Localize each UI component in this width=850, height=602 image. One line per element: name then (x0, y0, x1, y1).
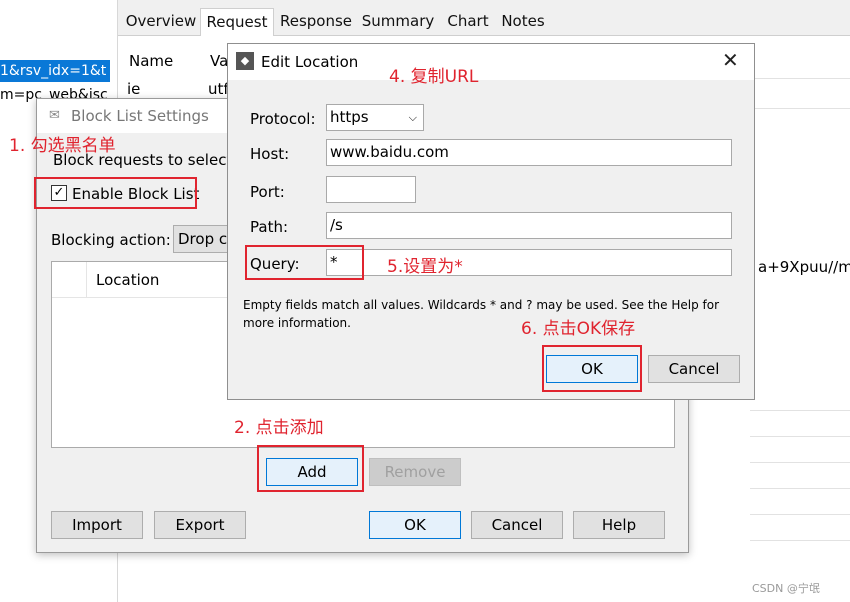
annotation-box-enable (34, 177, 197, 209)
tab-request[interactable]: Request (200, 8, 274, 36)
grid-col-name: Name (129, 52, 174, 70)
app-icon: ◆ (236, 52, 254, 70)
edit-cancel-button[interactable]: Cancel (648, 355, 740, 383)
fiddler-icon: ✉ (49, 108, 60, 123)
block-ok-button[interactable]: OK (369, 511, 461, 539)
tab-response[interactable]: Response (276, 8, 356, 36)
column-divider (86, 262, 87, 298)
overflow-value-text: a+9Xpuu//mc (758, 258, 850, 276)
annotation-box-add (257, 445, 364, 492)
grid-line (750, 462, 850, 463)
grid-line (750, 514, 850, 515)
host-input[interactable]: www.baidu.com (326, 139, 732, 166)
request-row-selected[interactable]: 1&rsv_idx=1&t (0, 60, 110, 82)
remove-button[interactable]: Remove (369, 458, 461, 486)
tab-notes[interactable]: Notes (498, 8, 548, 36)
port-input[interactable] (326, 176, 416, 203)
annotation-step1: 1. 勾选黑名单 (9, 136, 116, 156)
edit-location-dialog: ◆ Edit Location ✕ Protocol: https ⌵ Host… (227, 43, 755, 400)
grid-line (750, 410, 850, 411)
column-location: Location (96, 271, 160, 289)
host-label: Host: (250, 145, 290, 163)
annotation-box-ok (542, 345, 642, 392)
watermark: CSDN @宁氓 (752, 582, 820, 595)
grid-col-value: Va (210, 52, 229, 70)
grid-row-name: ie (127, 80, 141, 98)
chevron-down-icon: ⌵ (408, 111, 417, 124)
help-text-line1: Empty fields match all values. Wildcards… (243, 298, 719, 312)
tab-summary[interactable]: Summary (360, 8, 436, 36)
block-dialog-title: Block List Settings (71, 107, 209, 125)
blocking-action-label: Blocking action: (51, 231, 171, 249)
grid-row-value: utf (208, 80, 229, 98)
grid-line (750, 78, 850, 79)
import-button[interactable]: Import (51, 511, 143, 539)
export-button[interactable]: Export (154, 511, 246, 539)
annotation-step2: 2. 点击添加 (234, 418, 324, 438)
inspector-tabbar: Overview Request Response Summary Chart … (118, 0, 850, 36)
edit-dialog-titlebar: ◆ Edit Location ✕ (228, 44, 754, 80)
help-text-line2: more information. (243, 316, 351, 330)
block-cancel-button[interactable]: Cancel (471, 511, 563, 539)
blocking-action-select[interactable]: Drop c (173, 225, 233, 253)
annotation-step4: 4. 复制URL (389, 67, 479, 87)
annotation-step6: 6. 点击OK保存 (521, 319, 636, 339)
protocol-select[interactable]: https ⌵ (326, 104, 424, 131)
grid-line (750, 488, 850, 489)
help-button[interactable]: Help (573, 511, 665, 539)
grid-line (750, 540, 850, 541)
grid-line (750, 108, 850, 109)
path-input[interactable]: /s (326, 212, 732, 239)
grid-line (750, 436, 850, 437)
protocol-value: https (330, 108, 369, 126)
tab-overview[interactable]: Overview (122, 8, 200, 36)
close-icon[interactable]: ✕ (722, 50, 739, 70)
annotation-step5: 5.设置为* (387, 257, 463, 277)
annotation-box-query (245, 245, 364, 280)
tab-chart[interactable]: Chart (440, 8, 496, 36)
protocol-label: Protocol: (250, 110, 316, 128)
edit-dialog-title: Edit Location (261, 53, 359, 71)
path-label: Path: (250, 218, 289, 236)
port-label: Port: (250, 183, 285, 201)
